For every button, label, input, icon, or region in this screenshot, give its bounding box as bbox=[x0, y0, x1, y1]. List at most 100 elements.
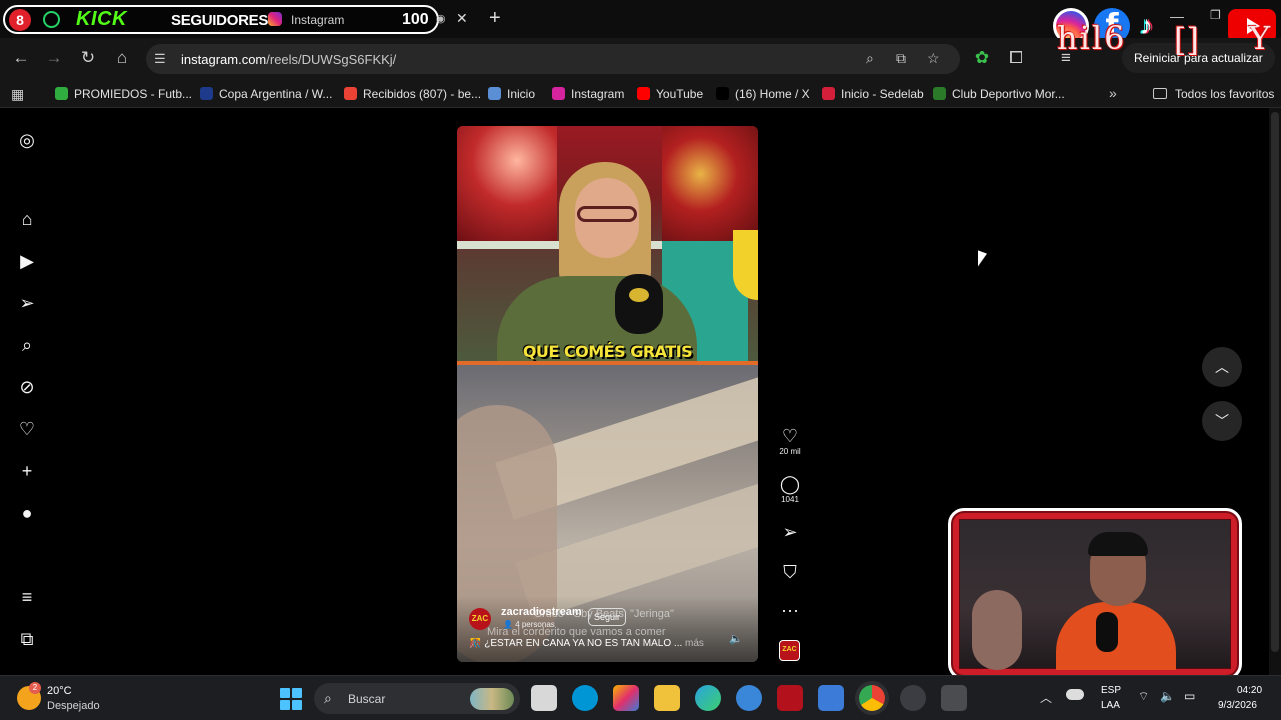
followers-count: 100 bbox=[402, 11, 429, 28]
bookmark-favicon bbox=[552, 87, 565, 100]
back-icon[interactable]: ← bbox=[10, 48, 32, 68]
bookmark-item[interactable]: Copa Argentina / W... bbox=[200, 87, 332, 101]
next-reel-button[interactable]: ﹀ bbox=[1202, 401, 1242, 441]
install-app-icon[interactable]: ⧉ bbox=[896, 50, 906, 67]
onedrive-icon[interactable] bbox=[1066, 689, 1084, 700]
reel-top-scene: QUE COMÉS GRATIS bbox=[457, 126, 758, 362]
reload-icon[interactable]: ↻ bbox=[77, 48, 99, 68]
tab-title[interactable]: Instagram bbox=[291, 13, 344, 27]
extensions-puzzle-icon[interactable]: ⧠ bbox=[1005, 48, 1027, 68]
bookmark-item[interactable]: (16) Home / X bbox=[716, 87, 810, 101]
instagram-logo-icon[interactable]: ◎ bbox=[17, 130, 37, 150]
clock-time[interactable]: 04:20 bbox=[1237, 685, 1262, 696]
bookmark-favicon bbox=[55, 87, 68, 100]
tray-overflow-icon[interactable]: ︿ bbox=[1040, 689, 1052, 706]
store-icon[interactable] bbox=[818, 685, 844, 711]
home-icon[interactable]: ⌂ bbox=[17, 209, 37, 229]
new-tab-button[interactable]: + bbox=[489, 7, 501, 30]
app-icon[interactable] bbox=[941, 685, 967, 711]
home-icon[interactable]: ⌂ bbox=[111, 48, 133, 68]
taskbar-search[interactable]: ⌕ Buscar bbox=[314, 683, 520, 714]
bookmark-item[interactable]: Club Deportivo Mor... bbox=[933, 87, 1065, 101]
explore-icon[interactable]: ⊘ bbox=[17, 377, 37, 397]
forward-icon[interactable]: → bbox=[43, 48, 65, 68]
bookmark-icon[interactable]: ⛉ bbox=[774, 562, 806, 582]
file-explorer-icon[interactable] bbox=[654, 685, 680, 711]
previous-reel-button[interactable]: ︿ bbox=[1202, 347, 1242, 387]
reel-description[interactable]: 🎊 ¿ESTAR EN CANA YA NO ES TAN MALO ... m… bbox=[469, 638, 749, 649]
page-scrollbar[interactable] bbox=[1269, 108, 1281, 675]
extension-icon[interactable]: ✿ bbox=[971, 48, 993, 68]
bookmark-star-icon[interactable]: ☆ bbox=[927, 50, 940, 67]
create-plus-icon[interactable]: + bbox=[17, 461, 37, 481]
task-view-icon[interactable] bbox=[531, 685, 557, 711]
more-options[interactable]: ··· bbox=[774, 600, 806, 620]
bookmark-favicon bbox=[637, 87, 650, 100]
bookmark-item[interactable]: Instagram bbox=[552, 87, 624, 101]
share-icon[interactable]: ➢ bbox=[774, 522, 806, 542]
clock-date[interactable]: 9/3/2026 bbox=[1218, 700, 1257, 711]
share-action[interactable]: ➢ bbox=[774, 522, 806, 542]
tab-audio-icon[interactable]: ◉ bbox=[436, 12, 446, 25]
copilot-icon[interactable] bbox=[613, 685, 639, 711]
site-info-icon[interactable]: ☰ bbox=[154, 51, 166, 67]
chrome-icon[interactable] bbox=[859, 685, 885, 711]
maximize-icon[interactable]: ❐ bbox=[1210, 8, 1221, 22]
apps-grid-icon[interactable]: ▦ bbox=[11, 86, 24, 103]
notifications-heart-icon[interactable]: ♡ bbox=[17, 419, 37, 439]
bookmark-item[interactable]: Inicio bbox=[488, 87, 535, 101]
menu-icon[interactable]: ≡ bbox=[17, 587, 37, 607]
scrollbar-thumb[interactable] bbox=[1271, 112, 1279, 652]
keyboard-layout-indicator[interactable]: LAA bbox=[1101, 700, 1120, 711]
instagram-sidebar: ◎ ⌂ ▶ ➢ ⌕ ⊘ ♡ + ● ≡ ⧉ bbox=[0, 108, 56, 675]
like-heart-icon[interactable]: ♡ bbox=[774, 426, 806, 446]
streamer-webcam bbox=[948, 508, 1242, 680]
browser-app-icon[interactable] bbox=[736, 685, 762, 711]
battery-icon[interactable]: ▭ bbox=[1184, 689, 1195, 703]
reels-icon[interactable]: ▶ bbox=[17, 251, 37, 271]
more-bookmarks-icon[interactable]: » bbox=[1109, 85, 1117, 101]
weather-temperature[interactable]: 20°C bbox=[47, 685, 72, 697]
tab-close-button[interactable]: ✕ bbox=[456, 10, 468, 27]
comment-count: 1041 bbox=[781, 495, 799, 504]
search-icon[interactable]: ⌕ bbox=[17, 335, 37, 355]
bookmark-item[interactable]: Inicio - Sedelab bbox=[822, 87, 924, 101]
more-dots-icon[interactable]: ··· bbox=[774, 600, 806, 620]
edge-icon[interactable] bbox=[695, 685, 721, 711]
volume-icon[interactable]: 🔈 bbox=[1160, 689, 1175, 703]
audio-track-thumbnail[interactable]: ZAC bbox=[779, 640, 800, 661]
instagram-tab-icon bbox=[268, 12, 282, 26]
start-button[interactable] bbox=[280, 688, 302, 710]
stream-overlay-bracket: [] bbox=[1174, 21, 1199, 59]
all-bookmarks-button[interactable]: Todos los favoritos bbox=[1153, 87, 1274, 101]
follow-button[interactable]: Seguir bbox=[588, 608, 627, 626]
antivirus-icon[interactable] bbox=[777, 685, 803, 711]
zoom-icon[interactable]: ⌕ bbox=[866, 50, 874, 67]
bookmark-item[interactable]: YouTube bbox=[637, 87, 703, 101]
profile-avatar-icon[interactable]: ● bbox=[17, 503, 37, 523]
bookmark-item[interactable]: Recibidos (807) - be... bbox=[344, 87, 481, 101]
weather-description[interactable]: Despejado bbox=[47, 700, 100, 712]
reel-video[interactable]: QUE COMÉS GRATIS ZAC zacradiostream 👤 4 … bbox=[457, 126, 758, 662]
like-count: 20 mil bbox=[779, 447, 801, 456]
messages-icon[interactable]: ➢ bbox=[17, 293, 37, 313]
url-text[interactable]: instagram.com/reels/DUWSgS6FKKj/ bbox=[181, 52, 396, 67]
like-action[interactable]: ♡ 20 mil bbox=[774, 426, 806, 456]
address-bar[interactable]: ☰ instagram.com/reels/DUWSgS6FKKj/ ⌕ ⧉ ☆ bbox=[146, 44, 960, 74]
windows-taskbar: 2 20°C Despejado ⌕ Buscar ︿ ESP LAA ⌔ 🔈 … bbox=[0, 675, 1281, 720]
host-person bbox=[497, 156, 697, 362]
search-icon: ⌕ bbox=[324, 690, 332, 706]
comment-action[interactable]: ◯ 1041 bbox=[774, 474, 806, 504]
wifi-icon[interactable]: ⌔ bbox=[1138, 689, 1149, 704]
hp-app-icon[interactable] bbox=[572, 685, 598, 711]
mute-icon[interactable]: 🔈 bbox=[729, 632, 743, 645]
bookmark-item[interactable]: PROMIEDOS - Futb... bbox=[55, 87, 192, 101]
reel-more-link[interactable]: más bbox=[685, 638, 704, 649]
search-highlight-image bbox=[470, 688, 514, 710]
obs-icon[interactable] bbox=[900, 685, 926, 711]
more-apps-icon[interactable]: ⧉ bbox=[17, 629, 37, 649]
save-action[interactable]: ⛉ bbox=[774, 562, 806, 582]
webcam-hand bbox=[972, 590, 1022, 670]
comment-icon[interactable]: ◯ bbox=[774, 474, 806, 494]
language-indicator[interactable]: ESP bbox=[1101, 685, 1121, 696]
